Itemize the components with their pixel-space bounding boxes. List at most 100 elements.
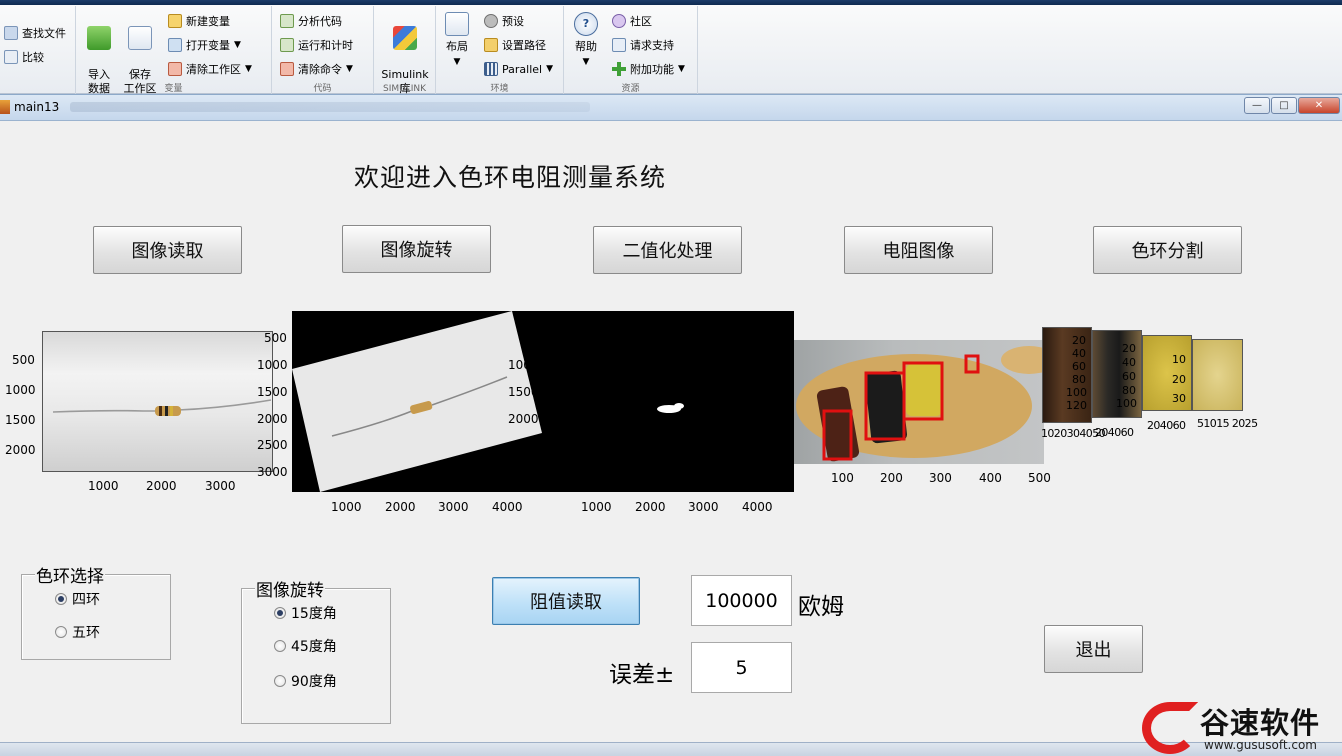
gear-icon [484, 14, 498, 28]
preferences-button[interactable]: 预设 [484, 12, 524, 30]
ax2-ytick: 1500 [257, 385, 288, 399]
help-icon: ? [574, 12, 598, 36]
ring-five-label: 五环 [72, 625, 100, 641]
new-variable-label: 新建变量 [186, 15, 230, 28]
faded-address-path [70, 102, 590, 112]
ax2-ytick: 500 [264, 331, 287, 345]
environment-section: 布局 ▼ 预设 设置路径 Parallel ▼ 环境 [436, 6, 564, 94]
add-ons-button[interactable]: 附加功能 ▼ [612, 60, 685, 78]
layout-button[interactable]: 布局 ▼ [440, 12, 474, 69]
maximize-icon: □ [1279, 100, 1289, 111]
ax1-xtick: 1000 [88, 479, 119, 493]
preferences-label: 预设 [502, 15, 524, 28]
find-files-button[interactable]: 查找文件 [4, 24, 66, 42]
run-and-time-icon [280, 38, 294, 52]
ring-four-radio[interactable]: 四环 [55, 589, 100, 609]
help-dropdown-icon[interactable]: ▼ [583, 57, 590, 67]
ax1-xtick: 2000 [146, 479, 177, 493]
ring1-ytick: 80 [1072, 373, 1086, 386]
clear-commands-button[interactable]: 清除命令 ▼ [280, 60, 353, 78]
code-section: 分析代码 运行和计时 清除命令 ▼ 代码 [272, 6, 374, 94]
run-and-time-button[interactable]: 运行和计时 [280, 36, 353, 54]
open-variable-dropdown-icon[interactable]: ▼ [234, 40, 241, 50]
ring3-ytick: 20 [1172, 373, 1186, 386]
ax3-ytick: 2000 [508, 412, 539, 426]
exit-button[interactable]: 退出 [1044, 625, 1143, 673]
analyze-code-button[interactable]: 分析代码 [280, 12, 342, 30]
radio-unselected-icon [274, 675, 286, 687]
clear-workspace-dropdown-icon[interactable]: ▼ [245, 64, 252, 74]
radio-unselected-icon [55, 626, 67, 638]
layout-dropdown-icon[interactable]: ▼ [454, 57, 461, 67]
radio-unselected-icon [274, 640, 286, 652]
binarize-button[interactable]: 二值化处理 [593, 226, 742, 274]
find-files-icon [4, 26, 18, 40]
parallel-button[interactable]: Parallel ▼ [484, 60, 553, 78]
parallel-label: Parallel [502, 62, 543, 76]
ring-selection-legend: 色环选择 [35, 562, 105, 587]
ax4-xtick: 100 [831, 471, 854, 485]
ax3-xtick: 3000 [688, 500, 719, 514]
run-and-time-label: 运行和计时 [298, 39, 353, 52]
ax4-xtick: 200 [880, 471, 903, 485]
rotate-image-button[interactable]: 图像旋转 [342, 225, 491, 273]
ax3-xtick: 1000 [581, 500, 612, 514]
ring4-xticks: 51015 2025 [1197, 417, 1258, 430]
help-button[interactable]: ? 帮助 ▼ [568, 12, 604, 69]
matlab-toolstrip: 查找文件 比较 导入 数据 保存 工作区 新建变量 打开变量 ▼ 清除工作区 ▼ [0, 0, 1342, 95]
rotate-45-radio[interactable]: 45度角 [274, 636, 337, 656]
window-title-bar[interactable]: main13 — □ ✕ [0, 94, 1342, 121]
unit-label: 欧姆 [798, 594, 844, 620]
ax4-xtick: 500 [1028, 471, 1051, 485]
ax3-ytick: 1000 [508, 358, 539, 372]
ax1-ytick: 1500 [5, 413, 36, 427]
ax2-ytick: 1000 [257, 358, 288, 372]
ax1-ytick: 1000 [5, 383, 36, 397]
resistor-image-button[interactable]: 电阻图像 [844, 226, 993, 274]
clear-workspace-icon [168, 62, 182, 76]
watermark-text: 谷速软件 [1200, 706, 1321, 740]
clear-workspace-button[interactable]: 清除工作区 ▼ [168, 60, 252, 78]
community-button[interactable]: 社区 [612, 12, 652, 30]
add-ons-dropdown-icon[interactable]: ▼ [678, 64, 685, 74]
open-variable-label: 打开变量 [186, 39, 230, 52]
read-image-button[interactable]: 图像读取 [93, 226, 242, 274]
ax2-xtick: 1000 [331, 500, 362, 514]
resistance-value-field[interactable]: 100000 [691, 575, 792, 626]
ring2-xticks: 204060 [1095, 426, 1134, 439]
status-bar [0, 742, 1342, 756]
ax3-xtick: 4000 [742, 500, 773, 514]
request-support-label: 请求支持 [630, 39, 674, 52]
compare-button[interactable]: 比较 [4, 48, 44, 66]
ring-segment-button[interactable]: 色环分割 [1093, 226, 1242, 274]
folder-icon [484, 38, 498, 52]
open-variable-icon [168, 38, 182, 52]
ring3-ytick: 30 [1172, 392, 1186, 405]
minimize-button[interactable]: — [1244, 97, 1270, 114]
request-support-button[interactable]: 请求支持 [612, 36, 674, 54]
rotate-15-radio[interactable]: 15度角 [274, 603, 337, 623]
parallel-dropdown-icon[interactable]: ▼ [546, 64, 553, 74]
close-button[interactable]: ✕ [1298, 97, 1340, 114]
layout-label: 布局 [446, 40, 468, 53]
rotation-legend: 图像旋转 [255, 576, 325, 601]
clear-commands-dropdown-icon[interactable]: ▼ [346, 64, 353, 74]
rotated-resistor-photo [292, 311, 542, 492]
ring-five-radio[interactable]: 五环 [55, 622, 100, 642]
new-variable-button[interactable]: 新建变量 [168, 12, 230, 30]
set-path-button[interactable]: 设置路径 [484, 36, 546, 54]
minimize-icon: — [1252, 100, 1262, 111]
plus-icon [612, 62, 626, 76]
clear-commands-icon [280, 62, 294, 76]
radio-selected-icon [274, 607, 286, 619]
window-title: main13 [14, 100, 60, 114]
set-path-label: 设置路径 [502, 39, 546, 52]
maximize-button[interactable]: □ [1271, 97, 1297, 114]
rotate-90-radio[interactable]: 90度角 [274, 671, 337, 691]
tolerance-value-field[interactable]: 5 [691, 642, 792, 693]
open-variable-button[interactable]: 打开变量 ▼ [168, 36, 241, 54]
read-value-button[interactable]: 阻值读取 [492, 577, 640, 625]
add-ons-label: 附加功能 [630, 63, 674, 76]
parallel-icon [484, 62, 498, 76]
clear-workspace-label: 清除工作区 [186, 63, 241, 76]
